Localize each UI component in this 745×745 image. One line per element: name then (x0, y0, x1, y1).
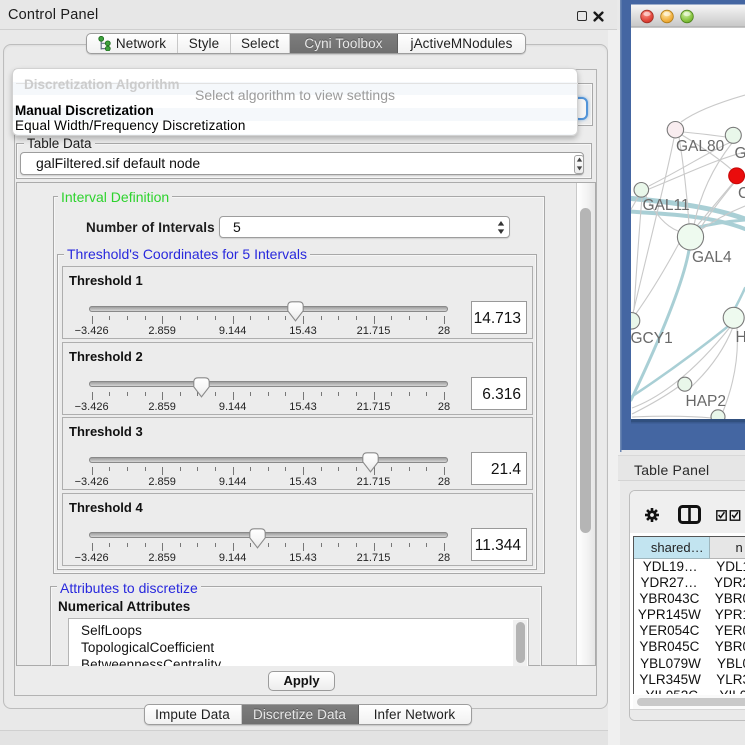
svg-text:G.: G. (735, 145, 745, 162)
svg-text:GAL80: GAL80 (676, 138, 725, 155)
svg-text:GAL4: GAL4 (692, 249, 732, 266)
svg-text:GAL11: GAL11 (643, 197, 690, 214)
svg-text:HAP2: HAP2 (686, 393, 727, 410)
svg-text:H: H (736, 329, 745, 346)
svg-text:GCY1: GCY1 (631, 330, 673, 347)
svg-text:C: C (738, 185, 745, 202)
